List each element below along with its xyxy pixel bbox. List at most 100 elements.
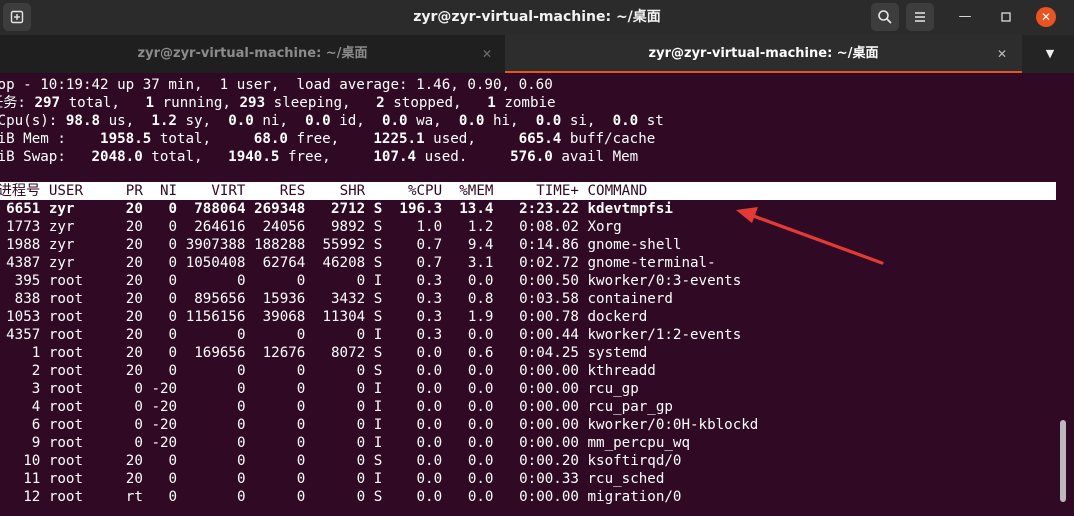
cell-pid: 1988: [6, 237, 41, 253]
cell-cpu: 0.0: [416, 417, 443, 433]
cell-time: 0:02.72: [519, 255, 579, 271]
cell-shr: 3432: [331, 291, 366, 307]
cell-pid: 838: [14, 291, 41, 307]
table-row: 11 root 20 0 0 0 0 I 0.0 0.0 0:00.33 rcu_sched: [0, 470, 1056, 488]
cell-res: 0: [296, 417, 306, 433]
tab-terminal-1[interactable]: zyr@zyr-virtual-machine: ~/桌面 ✕: [0, 35, 505, 73]
cell-res: 0: [296, 489, 306, 505]
cell-cpu: 0.3: [416, 273, 443, 289]
cell-time: 0:00.00: [519, 381, 579, 397]
cell-s: S: [373, 489, 383, 505]
cell-virt: 264616: [194, 219, 246, 235]
cell-s: S: [373, 309, 383, 325]
chevron-down-icon: ▼: [1045, 47, 1055, 60]
cell-virt: 895656: [194, 291, 246, 307]
cell-mem: 0.0: [467, 417, 494, 433]
table-row: 395 root 20 0 0 0 0 I 0.3 0.0 0:00.50 kworker/0:3-e…: [0, 272, 1056, 290]
cell-command: migration/0: [587, 489, 682, 505]
header-ni: NI: [159, 183, 178, 199]
header-pid: 进程号: [0, 183, 41, 199]
cell-ni: 0: [168, 471, 178, 487]
cell-s: I: [373, 399, 383, 415]
cell-ni: 0: [168, 291, 178, 307]
cell-s: S: [373, 363, 383, 379]
table-row: 12 root rt 0 0 0 0 S 0.0 0.0 0:00.00 migration/0: [0, 488, 1056, 506]
cell-s: I: [373, 327, 383, 343]
terminal-area[interactable]: top - 10:19:42 up 37 min, 1 user, load a…: [0, 73, 1056, 516]
maximize-button[interactable]: [996, 7, 1016, 27]
header-cpu: %CPU: [407, 183, 443, 199]
cell-user: root: [48, 417, 84, 433]
table-row: 1 root 20 0 169656 12676 8072 S 0.0 0.6 0:04.25 sys…: [0, 344, 1056, 362]
minimize-icon: —: [958, 9, 972, 24]
cell-pr: 0: [134, 399, 143, 415]
cell-res: 0: [296, 471, 306, 487]
header-command: COMMAND: [587, 183, 648, 199]
cell-res: 0: [296, 435, 306, 451]
cell-ni: 0: [168, 219, 178, 235]
cell-ni: 0: [168, 327, 178, 343]
cell-time: 0:00.44: [519, 327, 579, 343]
cell-command: kdevtmpfsi: [587, 201, 673, 217]
cell-virt: 0: [236, 471, 246, 487]
cell-shr: 0: [356, 453, 366, 469]
cell-command: kworker/1:2-events: [587, 327, 742, 343]
tab-close-icon[interactable]: ✕: [479, 46, 495, 62]
cell-cpu: 0.0: [416, 363, 443, 379]
terminal-scrollbar[interactable]: [1060, 420, 1066, 502]
cell-pr: 20: [125, 327, 143, 343]
cell-cpu: 0.0: [416, 381, 443, 397]
minimize-button[interactable]: —: [955, 7, 975, 27]
cell-cpu: 0.0: [416, 471, 443, 487]
cell-time: 0:00.20: [519, 453, 579, 469]
cell-pr: 20: [125, 291, 143, 307]
cell-s: S: [373, 255, 383, 271]
cell-pid: 10: [23, 453, 41, 469]
cell-time: 2:23.22: [519, 201, 579, 217]
cell-pid: 12: [23, 489, 41, 505]
cell-pid: 6651: [6, 201, 41, 217]
cell-command: rcu_gp: [587, 381, 639, 397]
cell-cpu: 0.3: [416, 327, 443, 343]
cell-time: 0:00.00: [519, 363, 579, 379]
cell-virt: 3907388: [185, 237, 246, 253]
cell-res: 0: [296, 399, 306, 415]
cell-pr: 20: [125, 453, 143, 469]
cell-pid: 4357: [6, 327, 41, 343]
tab-list-dropdown[interactable]: ▼: [1041, 46, 1059, 62]
cell-shr: 0: [356, 489, 366, 505]
cell-mem: 0.0: [467, 381, 494, 397]
cell-virt: 0: [236, 363, 246, 379]
cell-shr: 0: [356, 273, 366, 289]
cell-command: dockerd: [587, 309, 648, 325]
title-bar: zyr@zyr-virtual-machine: ~/桌面 — ✕: [0, 0, 1074, 35]
cell-s: S: [373, 219, 383, 235]
cell-shr: 11304: [322, 309, 366, 325]
cell-res: 0: [296, 273, 306, 289]
cell-time: 0:00.00: [519, 489, 579, 505]
close-button[interactable]: ✕: [1036, 7, 1056, 27]
cell-pr: 20: [125, 273, 143, 289]
cell-pid: 4: [31, 399, 41, 415]
cell-command: gnome-shell: [587, 237, 682, 253]
tab-bar: zyr@zyr-virtual-machine: ~/桌面 ✕ zyr@zyr-…: [0, 35, 1074, 73]
cell-command: rcu_par_gp: [587, 399, 673, 415]
cell-mem: 0.0: [467, 273, 494, 289]
cell-time: 0:00.00: [519, 399, 579, 415]
table-row: 10 root 20 0 0 0 0 S 0.0 0.0 0:00.20 ksoftirqd/0: [0, 452, 1056, 470]
cell-s: S: [373, 453, 383, 469]
cell-user: root: [48, 489, 84, 505]
cell-res: 0: [296, 363, 306, 379]
cell-cpu: 1.0: [416, 219, 443, 235]
search-button[interactable]: [871, 3, 899, 31]
cell-time: 0:04.25: [519, 345, 579, 361]
tab-close-icon[interactable]: ✕: [994, 46, 1010, 62]
cell-pr: 20: [125, 363, 143, 379]
cell-time: 0:00.78: [519, 309, 579, 325]
cell-cpu: 0.3: [416, 291, 443, 307]
table-header-row: 进程号 USER PR NI VIRT RES SHR %CPU %MEM TIME+ COMMAN…: [0, 182, 1056, 200]
menu-button[interactable]: [906, 3, 934, 31]
tab-terminal-2[interactable]: zyr@zyr-virtual-machine: ~/桌面 ✕: [505, 35, 1022, 73]
cell-mem: 0.0: [467, 327, 494, 343]
table-row: 2 root 20 0 0 0 0 S 0.0 0.0 0:00.00 kthreadd: [0, 362, 1056, 380]
